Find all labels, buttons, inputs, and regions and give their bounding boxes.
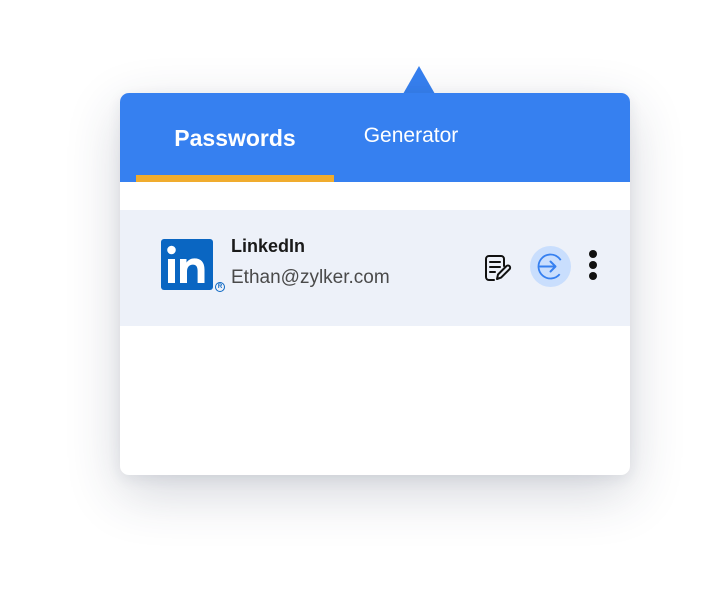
password-manager-popup: Passwords Generator R LinkedIn Ethan@zyl…: [120, 93, 630, 475]
linkedin-logo-icon: R: [161, 239, 225, 295]
popup-caret: [403, 66, 435, 94]
linkedin-logo-box: [161, 239, 213, 290]
registered-mark-icon: R: [215, 282, 225, 292]
active-tab-indicator: [136, 175, 334, 182]
more-dot: [589, 261, 597, 269]
password-entry-row[interactable]: R LinkedIn Ethan@zylker.com: [120, 210, 630, 326]
entry-title: LinkedIn: [231, 236, 306, 256]
login-button[interactable]: [530, 246, 571, 287]
arrow-right-login-icon: [537, 253, 564, 280]
extension-popup-stage: Passwords Generator R LinkedIn Ethan@zyl…: [0, 0, 726, 600]
more-dot: [589, 250, 597, 258]
entry-email: Ethan@zylker.com: [231, 267, 390, 288]
tab-passwords[interactable]: Passwords: [136, 93, 334, 182]
note-edit-icon: [485, 255, 512, 281]
more-dot: [589, 272, 597, 280]
more-options-button[interactable]: [586, 250, 600, 282]
tab-generator[interactable]: Generator: [350, 93, 472, 182]
linkedin-logo-glyph: [167, 245, 205, 283]
popup-header: Passwords Generator: [120, 93, 630, 182]
edit-entry-button[interactable]: [482, 252, 514, 284]
